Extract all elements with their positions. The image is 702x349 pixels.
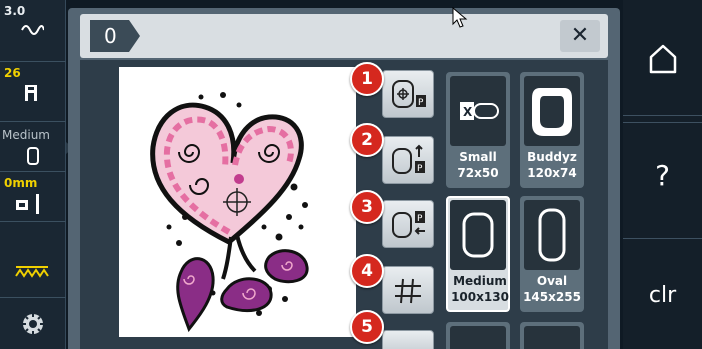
- stitch-length-value: 3.0: [4, 4, 26, 18]
- return-icon: P: [392, 211, 425, 238]
- stitch-width-icon: [21, 25, 44, 35]
- clear-button[interactable]: clr: [623, 239, 702, 349]
- small-hoop-icon: X: [460, 102, 499, 120]
- hoop-small[interactable]: X Small 72x50: [446, 72, 510, 188]
- grid-icon: [395, 278, 421, 304]
- stitch-length-cell[interactable]: 3.0: [0, 0, 66, 62]
- callout-badge-5: 5: [350, 310, 384, 344]
- return-button[interactable]: P: [382, 200, 434, 248]
- feed-dog-cell[interactable]: [0, 222, 66, 298]
- help-label: ?: [655, 159, 670, 192]
- move-to-center-button[interactable]: P: [382, 70, 434, 118]
- bobbin-icon: [23, 314, 43, 334]
- offset-value: 0mm: [4, 176, 38, 190]
- right-sidebar: ? clr: [623, 0, 702, 349]
- center-hoop-icon: P: [392, 80, 426, 108]
- presser-foot-cell[interactable]: Medium: [0, 122, 66, 172]
- hoop-oval-name: Oval: [536, 274, 568, 288]
- hoop-medium-name: Medium: [453, 274, 507, 288]
- bobbin-cell[interactable]: [0, 298, 66, 349]
- hoop-next-1[interactable]: [446, 322, 510, 349]
- stitch-count-cell[interactable]: 26: [0, 62, 66, 122]
- hoop-oval-image: [524, 200, 580, 270]
- mouse-cursor-icon: [452, 7, 468, 28]
- hoop-buddyz-image: [524, 76, 580, 146]
- oval-hoop-icon: [538, 208, 566, 262]
- callout-badge-1: 1: [350, 62, 384, 96]
- callout-badge-2: 2: [350, 123, 384, 157]
- feed-dog-icon: [15, 266, 49, 278]
- hoop-medium-image: [450, 200, 506, 270]
- callout-badge-3: 3: [350, 190, 384, 224]
- status-sidebar: 3.0 26 Medium 0mm: [0, 0, 66, 349]
- close-button[interactable]: ✕: [560, 20, 600, 52]
- stitch-count-value: 26: [4, 66, 21, 80]
- medium-hoop-icon: [462, 212, 494, 258]
- svg-text:P: P: [417, 164, 423, 174]
- svg-text:P: P: [417, 214, 423, 224]
- move-back-button[interactable]: P: [382, 136, 434, 184]
- hoop-next-2[interactable]: [520, 322, 584, 349]
- offset-cell[interactable]: 0mm: [0, 172, 66, 222]
- buddyz-hoop-icon: [532, 88, 572, 136]
- needle-position-icon: [16, 194, 39, 214]
- hoop-small-size: 72x50: [457, 166, 499, 180]
- callout-badge-4: 4: [350, 254, 384, 288]
- hoop-buddyz-name: Buddyz: [527, 150, 577, 164]
- help-button[interactable]: ?: [623, 123, 702, 239]
- clear-label: clr: [648, 283, 677, 308]
- move-back-icon: P: [392, 144, 425, 174]
- home-icon: [649, 44, 677, 74]
- hoop-medium-size: 100x130: [451, 290, 509, 304]
- more-tool-button[interactable]: [382, 330, 434, 349]
- hoop-buddyz[interactable]: Buddyz 120x74: [520, 72, 584, 188]
- stitch-type-icon: [25, 85, 37, 101]
- heart-design-image: [150, 92, 309, 333]
- hoop-oval-size: 145x255: [523, 290, 581, 304]
- hoop-small-name: Small: [459, 150, 497, 164]
- hoop-buddyz-size: 120x74: [527, 166, 577, 180]
- rightbar-divider: [623, 122, 702, 123]
- hoop-icon: [27, 147, 39, 165]
- hoop-next-1-image: [450, 326, 506, 349]
- presser-foot-label: Medium: [2, 128, 50, 142]
- embroidery-preview[interactable]: [119, 67, 356, 337]
- hoop-next-2-image: [524, 326, 580, 349]
- svg-text:X: X: [463, 105, 473, 119]
- dialog-titlebar: [80, 14, 608, 58]
- hoop-oval[interactable]: Oval 145x255: [520, 196, 584, 312]
- grid-button[interactable]: [382, 266, 434, 314]
- home-button[interactable]: [623, 0, 702, 116]
- hoop-medium[interactable]: Medium 100x130: [446, 196, 510, 312]
- embroidery-screen: 3.0 26 Medium 0mm 0 ✕ P P P 1 2 3 4 5 X …: [0, 0, 702, 349]
- hoop-small-image: X: [450, 76, 506, 146]
- svg-text:P: P: [418, 98, 424, 108]
